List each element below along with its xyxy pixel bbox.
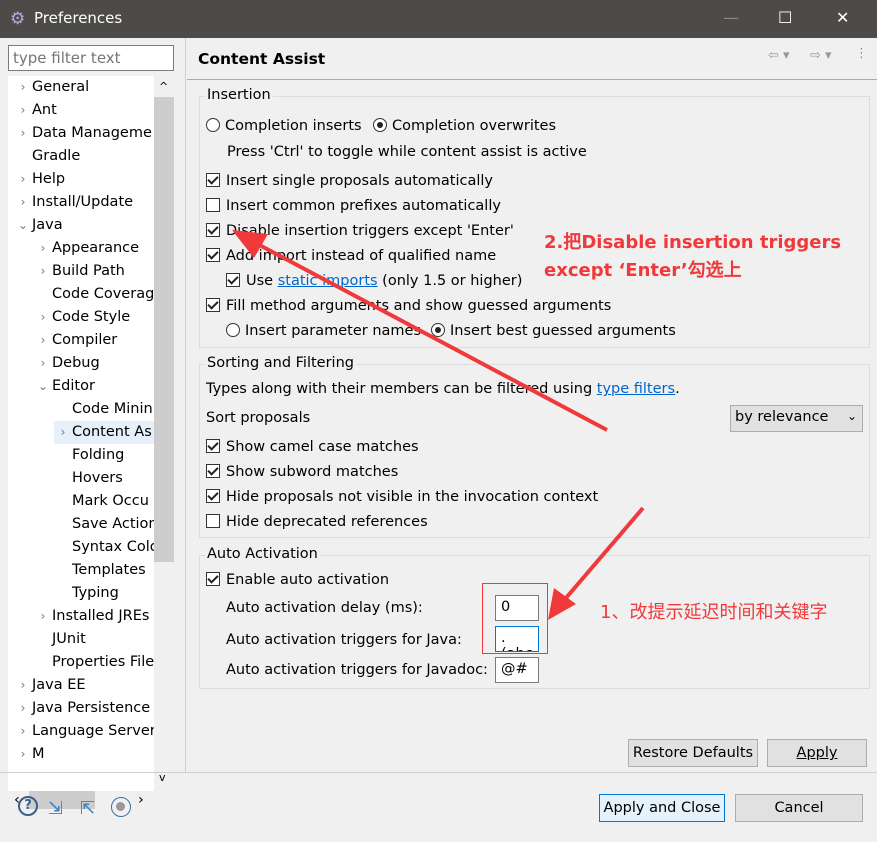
- apply-button[interactable]: Apply: [767, 739, 867, 767]
- arrow-to-inputs: [558, 506, 645, 607]
- footer-divider: [0, 772, 877, 773]
- annotation-arrows: [232, 230, 645, 620]
- help-icon[interactable]: ?: [18, 796, 38, 816]
- export-icon[interactable]: ⇱: [80, 798, 95, 819]
- cancel-button[interactable]: Cancel: [735, 794, 863, 822]
- restore-defaults-button[interactable]: Restore Defaults: [628, 739, 758, 767]
- arrow-to-checkbox: [249, 238, 608, 432]
- arrowhead-1: [232, 230, 268, 258]
- import-icon[interactable]: ⇲: [48, 798, 63, 819]
- apply-and-close-button[interactable]: Apply and Close: [599, 794, 725, 822]
- oomph-icon[interactable]: [111, 797, 131, 817]
